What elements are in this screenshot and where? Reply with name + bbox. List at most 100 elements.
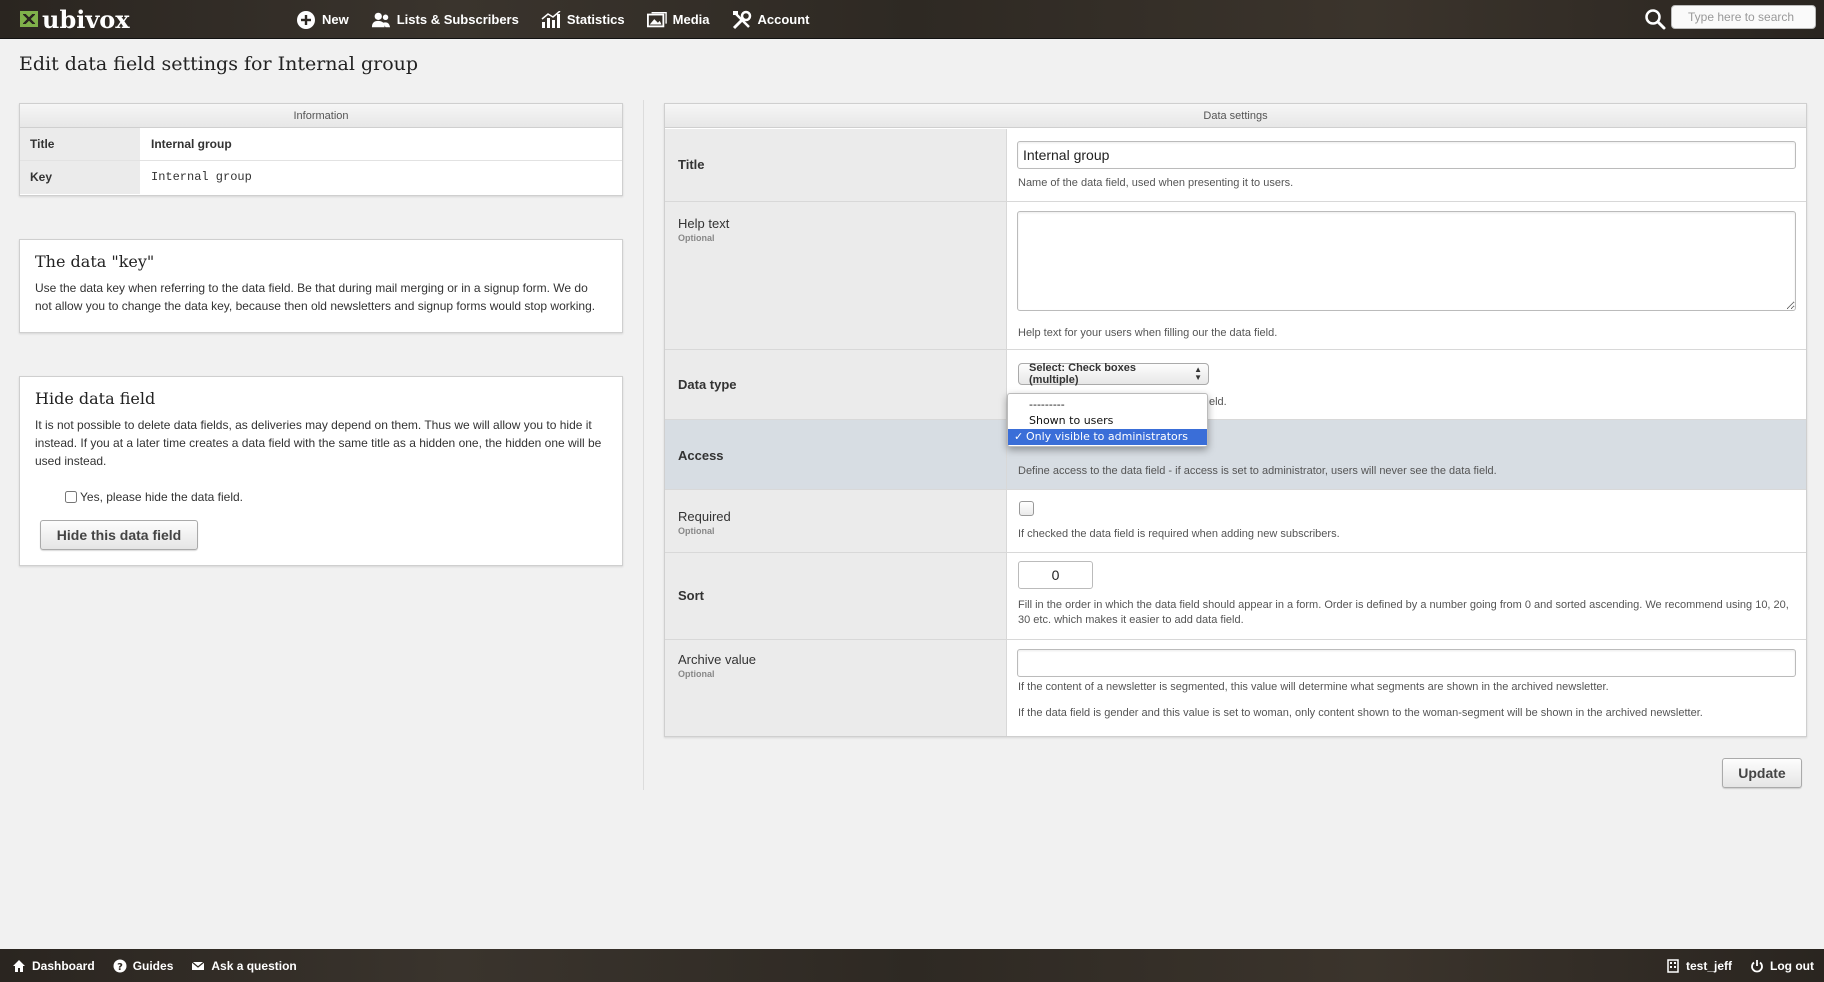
access-option-label: Only visible to administrators [1026,430,1189,443]
archive-label-group: Archive value Optional [678,652,756,679]
home-icon [12,959,26,973]
help-circle-icon: ? [113,959,127,973]
info-key-label: Key [20,161,140,194]
data-type-select[interactable]: Select: Check boxes (multiple) ▲ ▼ [1018,362,1209,386]
setting-label-cell: Data type [665,350,1007,419]
setting-label-cell: Required Optional [665,490,1007,552]
logo-text: ubivox [42,4,130,34]
archive-help-1: If the content of a newsletter is segmen… [1018,681,1609,693]
access-option-empty[interactable]: --------- [1008,397,1207,413]
logo-mark-icon [20,11,38,27]
ubivox-logo[interactable]: ubivox [20,4,130,34]
setting-label-cell: Help text Optional [665,202,1007,349]
image-icon [646,10,667,30]
footer-user-link[interactable]: test_jeff [1666,959,1732,973]
svg-text:?: ? [117,962,123,973]
building-icon [1666,958,1680,973]
title-label: Title [678,157,705,172]
nav-label: Account [757,12,810,27]
tools-icon [732,10,752,30]
search-icon[interactable] [1644,8,1666,30]
help-label-group: Help text Optional [678,216,729,243]
nav-account[interactable]: Account [732,10,810,30]
required-label: Required [678,509,731,524]
data-key-text: Use the data key when referring to the d… [35,281,596,313]
hide-box-title: Hide data field [35,389,156,408]
info-key-value: Internal group [151,170,252,184]
footer-guides-link[interactable]: ? Guides [113,958,174,973]
nav-label: Statistics [566,12,625,27]
setting-row-required: Required Optional If checked the data fi… [665,490,1806,553]
setting-label-cell: Access [665,420,1007,489]
setting-row-access: Access Define access to the data field -… [665,420,1806,490]
info-title-value: Internal group [151,137,232,151]
bar-chart-icon [541,10,561,30]
info-key-label: Title [20,128,140,160]
hide-data-field-box: Hide data field It is not possible to de… [19,376,623,566]
footer-label: test_jeff [1686,958,1733,973]
setting-field-cell: Help text for your users when filling ou… [1007,202,1806,349]
mail-icon [191,959,205,973]
required-checkbox[interactable] [1019,501,1034,516]
hide-data-field-button[interactable]: Hide this data field [40,520,198,550]
setting-label-cell: Title [665,129,1007,201]
footer-logout-link[interactable]: Log out [1750,959,1814,973]
access-option-shown-to-users[interactable]: Shown to users [1008,413,1207,429]
sort-label: Sort [678,588,704,603]
hide-checkbox-row[interactable]: Yes, please hide the data field. [65,490,243,504]
setting-row-title: Title Name of the data field, used when … [665,129,1806,202]
nav-lists-subscribers[interactable]: Lists & Subscribers [371,10,519,30]
nav-label: Media [672,12,710,27]
info-row-title: Title Internal group [20,128,622,161]
setting-field-cell: If the content of a newsletter is segmen… [1007,640,1806,736]
title-input[interactable] [1017,141,1796,169]
setting-row-archive-value: Archive value Optional If the content of… [665,640,1806,736]
users-icon [371,10,391,30]
checkmark-icon: ✓ [1014,430,1024,443]
hide-checkbox[interactable] [65,491,77,503]
nav-label: Lists & Subscribers [396,12,519,27]
nav-media[interactable]: Media [646,10,710,30]
required-label-group: Required Optional [678,509,731,536]
search-input[interactable] [1671,5,1816,29]
nav-statistics[interactable]: Statistics [541,10,625,30]
data-settings-heading: Data settings [665,104,1806,128]
footer-dashboard-link[interactable]: Dashboard [12,959,95,973]
information-heading: Information [20,104,622,128]
access-label: Access [678,448,724,463]
data-key-info-box: The data "key" Use the data key when ref… [19,239,623,333]
column-divider [643,100,644,790]
required-help: If checked the data field is required wh… [1018,528,1340,540]
select-arrows-icon: ▲ ▼ [1194,365,1202,382]
hide-box-text: It is not possible to delete data fields… [35,418,602,468]
archive-help-2: If the data field is gender and this val… [1018,707,1703,719]
title-help: Name of the data field, used when presen… [1018,177,1294,189]
footer-ask-question-link[interactable]: Ask a question [191,958,297,973]
update-button[interactable]: Update [1722,758,1802,788]
page-title: Edit data field settings for Internal gr… [19,53,419,75]
archive-value-input[interactable] [1017,649,1796,677]
access-option-admins-only[interactable]: ✓ Only visible to administrators [1008,429,1207,445]
main-nav: New Lists & Subscribers Statistics Media… [296,0,832,39]
setting-field-cell: If checked the data field is required wh… [1007,490,1806,552]
help-text-help: Help text for your users when filling ou… [1018,327,1278,339]
archive-label: Archive value [678,652,757,667]
setting-row-data-type: Data type Select: Check boxes (multiple)… [665,350,1806,420]
sort-help: Fill in the order in which the data fiel… [1018,599,1789,626]
hide-checkbox-label: Yes, please hide the data field. [80,490,244,504]
nav-new[interactable]: New [296,10,349,30]
footer-label: Dashboard [32,958,95,973]
data-key-title: The data "key" [35,252,155,271]
footer-label: Ask a question [211,958,297,973]
power-icon [1750,959,1764,973]
data-settings-panel: Data settings Title Name of the data fie… [664,103,1807,737]
sort-input[interactable] [1018,561,1093,589]
setting-label-cell: Sort [665,553,1007,639]
footer-right-links: test_jeff Log out [1666,959,1814,973]
data-type-label: Data type [678,377,737,392]
access-dropdown-menu: --------- Shown to users ✓ Only visible t… [1007,393,1208,447]
help-text-textarea[interactable] [1017,211,1796,311]
footer-label: Guides [132,958,174,973]
information-panel: Information Title Internal group Key Int… [19,103,623,196]
footer-left-links: Dashboard ? Guides Ask a question [12,959,297,973]
